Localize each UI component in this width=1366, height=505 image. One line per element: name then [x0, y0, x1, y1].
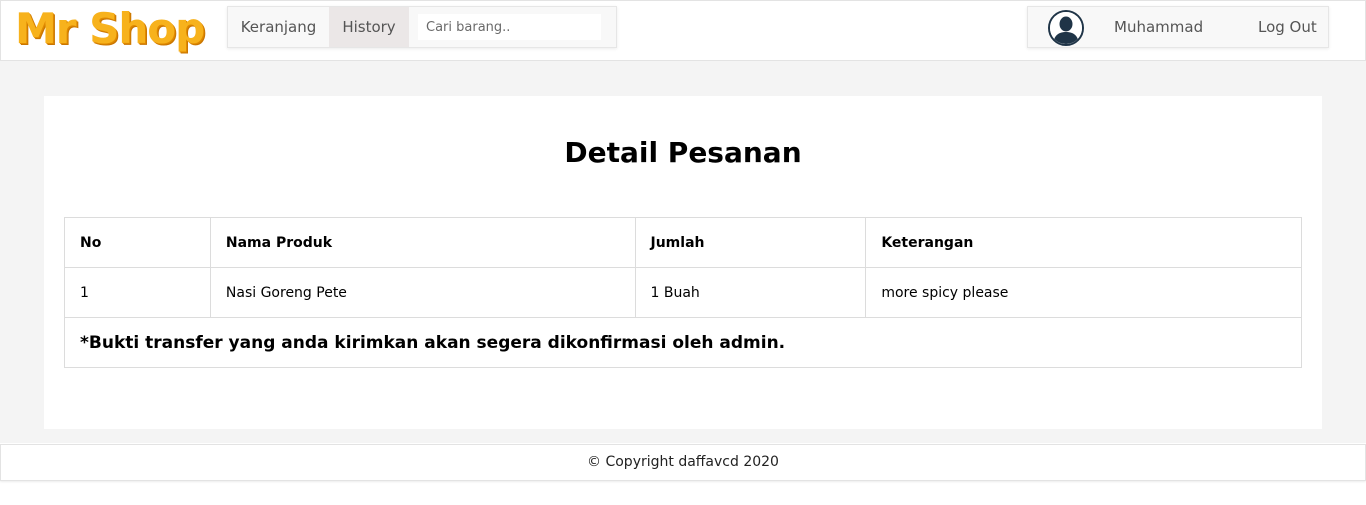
user-name[interactable]: Muhammad — [1114, 7, 1203, 47]
note-cell: *Bukti transfer yang anda kirimkan akan … — [64, 317, 1302, 368]
transfer-note: *Bukti transfer yang anda kirimkan akan … — [80, 332, 786, 353]
order-detail-card: Detail Pesanan No Nama Produk Jumlah Ket… — [44, 96, 1322, 429]
copyright-text: © Copyright daffavcd 2020 — [587, 454, 779, 470]
logout-link[interactable]: Log Out — [1258, 7, 1317, 47]
logo[interactable]: Mr Shop — [15, 3, 205, 55]
header-jumlah: Jumlah — [634, 217, 867, 268]
page: Mr Shop Keranjang History Muhammad Log O… — [0, 0, 1366, 505]
user-menu: Muhammad Log Out — [1027, 6, 1329, 48]
page-title: Detail Pesanan — [564, 136, 802, 169]
main-nav: Keranjang History — [227, 6, 617, 48]
cell-no: 1 — [64, 267, 211, 318]
header-keterangan: Keterangan — [865, 217, 1302, 268]
cell-jumlah: 1 Buah — [634, 267, 867, 318]
footer: © Copyright daffavcd 2020 — [0, 444, 1366, 481]
header-nama-produk: Nama Produk — [209, 217, 636, 268]
nav-keranjang-link[interactable]: Keranjang — [228, 7, 329, 47]
order-table: No Nama Produk Jumlah Keterangan 1 Nasi … — [64, 217, 1302, 368]
user-silhouette-icon[interactable] — [1048, 10, 1084, 46]
header: Mr Shop Keranjang History Muhammad Log O… — [0, 0, 1366, 61]
nav-history-link[interactable]: History — [329, 7, 409, 47]
cell-keterangan: more spicy please — [865, 267, 1302, 318]
cell-nama-produk: Nasi Goreng Pete — [209, 267, 636, 318]
header-no: No — [64, 217, 211, 268]
table-header-row: No Nama Produk Jumlah Keterangan — [64, 217, 1302, 268]
search-input[interactable] — [418, 14, 601, 40]
table-row: 1 Nasi Goreng Pete 1 Buah more spicy ple… — [64, 267, 1302, 318]
note-row: *Bukti transfer yang anda kirimkan akan … — [64, 317, 1302, 368]
